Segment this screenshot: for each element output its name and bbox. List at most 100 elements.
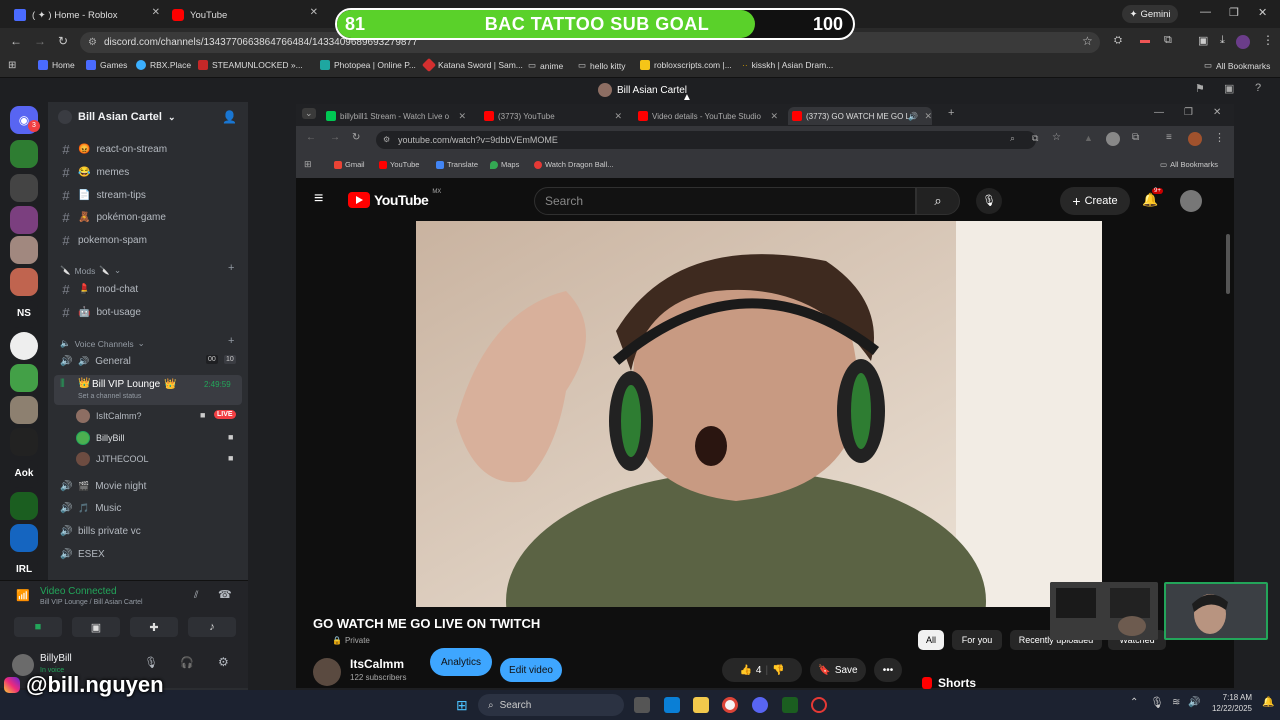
channel-react-on-stream[interactable]: # 😡 react-on-stream <box>60 139 246 159</box>
activity-button[interactable]: ✚ <box>130 617 178 637</box>
notification-bell-icon[interactable]: 🔔 <box>1262 697 1274 708</box>
voice-esex[interactable]: 🔊 ESEX <box>60 544 246 564</box>
puzzle-icon[interactable]: ⧉ <box>1132 132 1139 143</box>
close-window-icon[interactable]: ✕ <box>1258 6 1267 19</box>
channel-mod-chat[interactable]: # 💄 mod-chat <box>60 279 246 299</box>
flag-icon[interactable]: ⚑ <box>1195 82 1205 95</box>
server-icon[interactable] <box>10 206 38 234</box>
bookmark-photopea[interactable]: Photopea | Online P... <box>320 60 416 70</box>
tab-twitch-stream[interactable]: billybill1 Stream - Watch Live o ✕ <box>326 107 466 125</box>
server-icon[interactable] <box>10 396 38 424</box>
puzzle-icon[interactable]: ⧉ <box>1164 34 1172 47</box>
add-channel-icon[interactable]: + <box>228 335 234 347</box>
youtube-logo[interactable]: YouTube MX <box>348 189 441 208</box>
bookmark-youtube[interactable]: YouTube <box>379 160 419 169</box>
bookmark-hello-kitty[interactable]: ▭ hello kitty <box>578 60 625 71</box>
back-icon[interactable]: ← <box>10 34 22 48</box>
help-icon[interactable]: ? <box>1255 82 1261 94</box>
menu-icon[interactable]: ⋮ <box>1214 131 1225 144</box>
server-icon[interactable] <box>10 524 38 552</box>
tab-youtube[interactable]: YouTube ✕ <box>172 4 318 26</box>
server-icon[interactable] <box>10 364 38 392</box>
voice-vip-lounge[interactable]: ⦀ 👑 Bill VIP Lounge 👑 2:49:59 Set a chan… <box>54 375 242 405</box>
server-icon[interactable] <box>10 236 38 264</box>
back-icon[interactable]: ← <box>306 132 316 143</box>
zoom-icon[interactable]: ⌕ <box>1010 133 1015 144</box>
extension-icon[interactable]: ▲ <box>1084 133 1093 143</box>
apps-icon[interactable]: ⊞ <box>304 159 312 170</box>
bookmark-katana[interactable]: Katana Sword | Sam... <box>421 57 523 73</box>
chrome-icon[interactable] <box>722 697 738 713</box>
minimize-icon[interactable]: — <box>1200 6 1211 18</box>
webcam-tile-billybill[interactable] <box>1164 582 1268 640</box>
more-actions-button[interactable]: ••• <box>874 658 902 682</box>
clock-time[interactable]: 7:18 AM <box>1206 693 1252 702</box>
search-button[interactable]: ⌕ <box>916 187 960 215</box>
thumbs-up-icon[interactable]: 👍 <box>739 665 751 676</box>
chevron-up-icon[interactable]: ⌃ <box>1130 697 1138 708</box>
server-icon[interactable] <box>10 492 38 520</box>
server-ns[interactable]: NS <box>10 300 38 328</box>
forward-icon[interactable]: → <box>34 34 46 48</box>
camera-button[interactable]: ■ <box>14 617 62 637</box>
channel-name[interactable]: ItsCalmm <box>350 657 404 671</box>
bookmark-star-icon[interactable]: ☆ <box>1052 132 1061 143</box>
channel-stream-tips[interactable]: # 📄 stream-tips <box>60 185 246 205</box>
wifi-icon[interactable]: ≋ <box>1172 697 1180 708</box>
microphone-icon[interactable]: 🎙 <box>144 656 158 669</box>
save-button[interactable]: 🔖 Save <box>810 658 866 682</box>
channel-bot-usage[interactable]: # 🤖 bot-usage <box>60 302 246 322</box>
bookmark-translate[interactable]: Translate <box>436 160 478 169</box>
bookmark-maps[interactable]: Maps <box>490 160 519 169</box>
download-icon[interactable]: ⤓ <box>1220 34 1225 47</box>
bookmark-steamunlocked[interactable]: STEAMUNLOCKED »... <box>198 60 303 70</box>
bookmark-kisskh[interactable]: ·· kisskh | Asian Dram... <box>742 60 833 70</box>
close-icon[interactable]: ✕ <box>152 7 160 18</box>
voice-user-jjthecool[interactable]: JJTHECOOL <box>76 450 149 468</box>
minimize-icon[interactable]: — <box>1154 107 1164 118</box>
extension-icon[interactable]: ⛭ <box>1114 35 1122 46</box>
settings-gear-icon[interactable]: ⚙ <box>218 655 229 669</box>
voice-music[interactable]: 🔊 🎵 Music <box>60 498 246 518</box>
channel-pokemon-game[interactable]: # 🧸 pokémon-game <box>60 207 246 227</box>
reload-icon[interactable]: ↻ <box>58 34 68 48</box>
taskbar-search[interactable]: ⌕ Search <box>478 694 624 716</box>
menu-icon[interactable]: ⋮ <box>1262 33 1274 47</box>
forward-icon[interactable]: → <box>330 132 340 143</box>
category-voice[interactable]: 🔈 Voice Channels ⌄ <box>60 338 145 349</box>
server-icon[interactable] <box>10 140 38 168</box>
all-bookmarks[interactable]: ▭ All Bookmarks <box>1204 60 1270 71</box>
close-icon[interactable]: ✕ <box>458 111 466 122</box>
bookmark-rbxplace[interactable]: RBX.Place <box>136 60 191 70</box>
channel-pokemon-spam[interactable]: # pokemon-spam <box>60 230 246 250</box>
create-button[interactable]: + Create <box>1060 187 1130 215</box>
file-explorer-icon[interactable] <box>693 697 709 713</box>
voice-search-icon[interactable]: 🎙 <box>976 188 1002 214</box>
sidepanel-icon[interactable]: ▣ <box>1198 34 1208 47</box>
close-icon[interactable]: ✕ <box>924 111 932 122</box>
voice-user-billybill[interactable]: BillyBill <box>76 429 125 447</box>
bookmark-star-icon[interactable]: ☆ <box>1082 34 1093 48</box>
obs-icon[interactable] <box>811 697 827 713</box>
soundboard-button[interactable]: ♪ <box>188 617 236 637</box>
connection-status[interactable]: Video Connected <box>40 586 117 597</box>
hamburger-menu-icon[interactable]: ≡ <box>314 190 323 208</box>
site-info-icon[interactable]: ⚙ <box>88 32 97 53</box>
filter-chip-all[interactable]: All <box>918 630 944 650</box>
channel-status[interactable]: Set a channel status <box>78 393 141 400</box>
noise-suppression-icon[interactable]: ⫽ <box>194 590 198 601</box>
bookmark-robloxscripts[interactable]: robloxscripts.com |... <box>640 60 732 70</box>
channel-memes[interactable]: # 😂 memes <box>60 162 246 182</box>
bookmark-dragon-ball[interactable]: Watch Dragon Ball... <box>534 160 614 169</box>
extension-icon[interactable] <box>1106 132 1120 146</box>
app-icon[interactable] <box>782 697 798 713</box>
server-icon[interactable] <box>10 428 38 456</box>
bookmark-anime[interactable]: ▭ anime <box>528 60 563 71</box>
signal-icon[interactable]: 📶 <box>16 589 30 602</box>
video-player[interactable] <box>416 221 1102 607</box>
disconnect-icon[interactable]: ☎ <box>218 588 232 601</box>
task-view-icon[interactable] <box>634 697 650 713</box>
close-icon[interactable]: ✕ <box>614 111 622 122</box>
tab-youtube-studio[interactable]: Video details - YouTube Studio ✕ <box>638 107 778 125</box>
headphones-icon[interactable]: 🎧 <box>180 656 194 669</box>
